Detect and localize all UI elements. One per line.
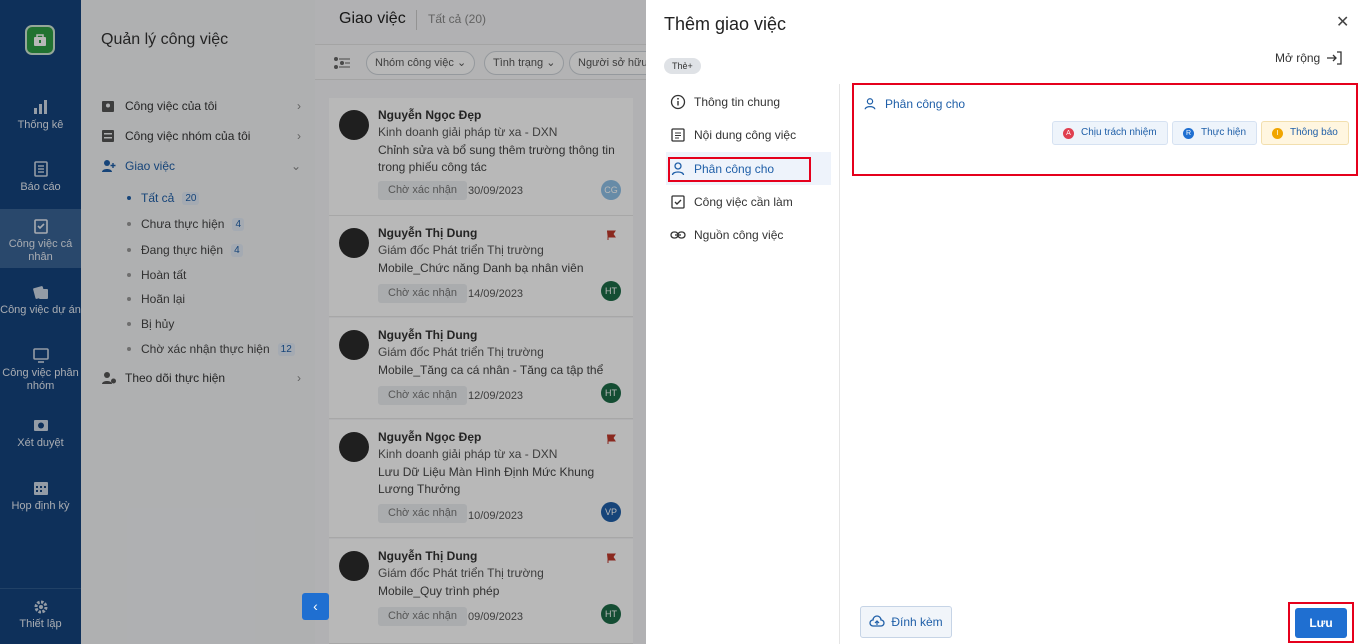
modal-backdrop[interactable] xyxy=(0,0,646,644)
role-badge: A xyxy=(1063,127,1074,139)
close-icon[interactable]: ✕ xyxy=(1336,12,1349,32)
add-assignment-panel: Thêm giao việc ✕ Mở rộng Thẻ+ Thông tin … xyxy=(646,0,1365,644)
tab-general-info[interactable]: Thông tin chung xyxy=(666,85,831,118)
collapse-button[interactable]: ‹ xyxy=(302,593,329,620)
section-label: Phân công cho xyxy=(885,97,966,111)
expand-label: Mở rộng xyxy=(1275,51,1321,65)
save-button[interactable]: Lưu xyxy=(1295,608,1347,638)
tab-label: Công việc cần làm xyxy=(694,194,793,209)
role-badge: R xyxy=(1183,127,1194,139)
attach-button[interactable]: Đính kèm xyxy=(860,606,952,638)
tab-todo[interactable]: Công việc cần làm xyxy=(666,185,831,218)
divider xyxy=(839,84,840,644)
link-icon xyxy=(670,230,686,239)
user-icon xyxy=(864,98,876,110)
tab-label: Nguồn công việc xyxy=(694,227,784,242)
expand-icon xyxy=(1327,51,1342,65)
document-icon xyxy=(671,127,685,142)
expand-button[interactable]: Mở rộng xyxy=(1275,51,1342,65)
app-window: { "rail": { "items": [ {"label": "Thống … xyxy=(0,0,1365,644)
tab-task-source[interactable]: Nguồn công việc xyxy=(666,218,831,251)
chip-label: Thực hiện xyxy=(1201,127,1247,138)
cloud-upload-icon xyxy=(869,615,885,627)
chip-label: Chịu trách nhiệm xyxy=(1081,127,1157,138)
tag-button[interactable]: Thẻ+ xyxy=(664,58,701,74)
notify-button[interactable]: I Thông báo xyxy=(1261,121,1349,145)
info-icon xyxy=(670,94,686,109)
tab-task-content[interactable]: Nội dung công việc xyxy=(666,118,831,151)
tab-label: Nội dung công việc xyxy=(694,127,797,142)
role-badge: I xyxy=(1272,127,1283,139)
panel-title: Thêm giao việc xyxy=(664,14,787,34)
highlight-box xyxy=(668,157,811,182)
performer-button[interactable]: R Thực hiện xyxy=(1172,121,1258,145)
chevron-left-icon: ‹ xyxy=(313,598,318,614)
tab-label: Thông tin chung xyxy=(694,94,781,109)
checkbox-icon xyxy=(671,194,685,209)
chip-label: Thông báo xyxy=(1290,127,1338,138)
attach-label: Đính kèm xyxy=(891,615,943,629)
responsible-button[interactable]: A Chịu trách nhiệm xyxy=(1052,121,1168,145)
assign-section-heading: Phân công cho xyxy=(863,97,965,111)
